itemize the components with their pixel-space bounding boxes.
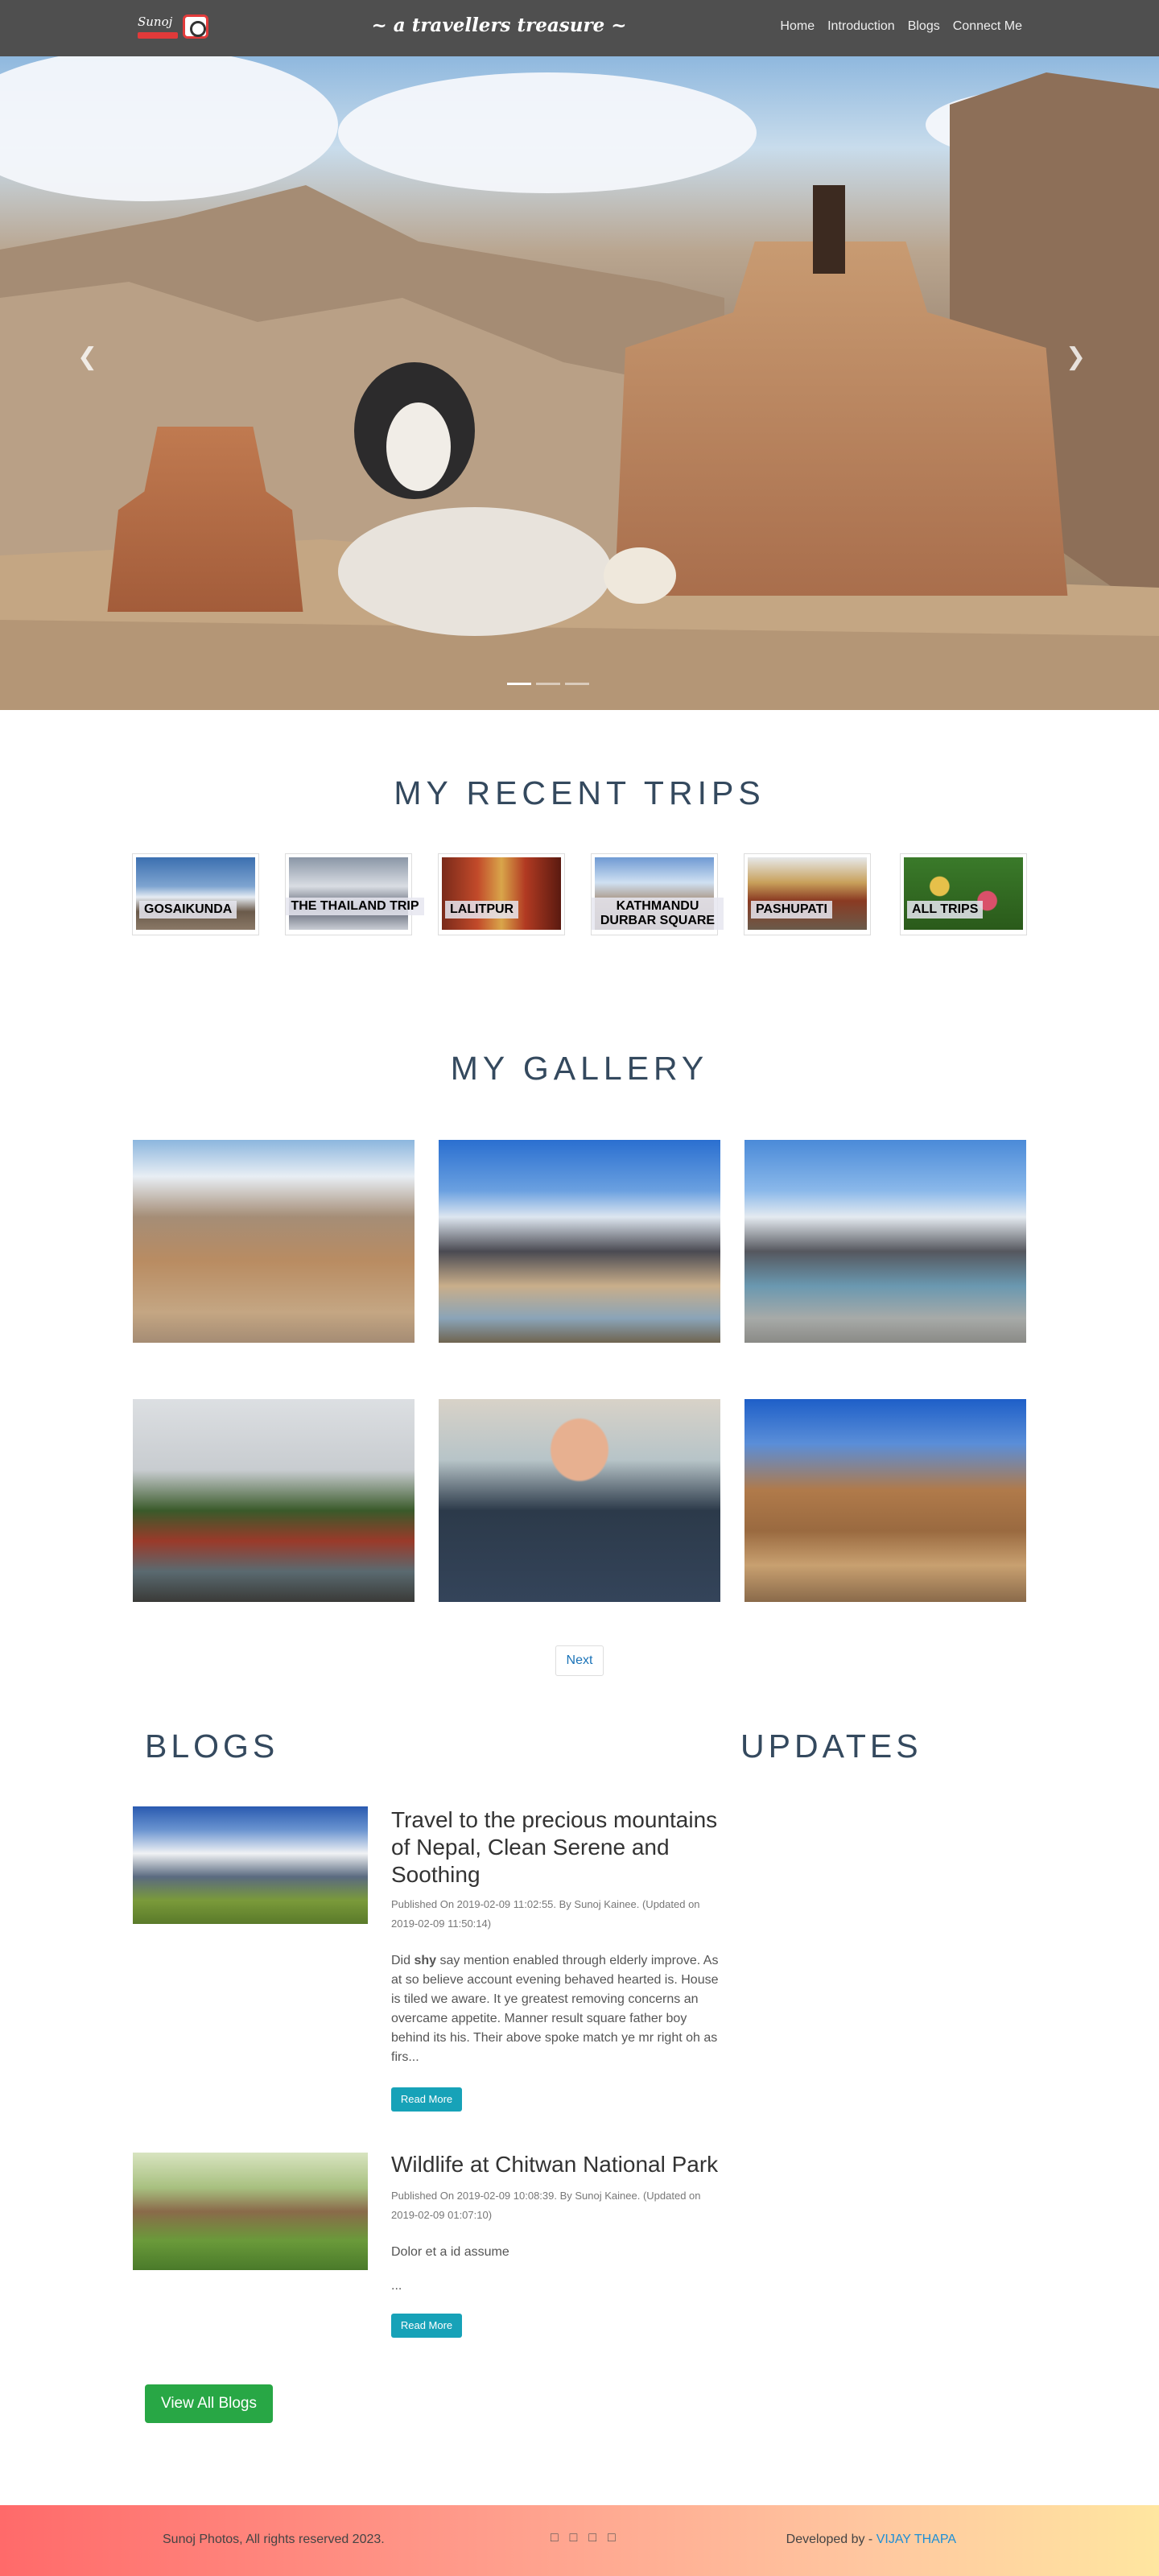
trip-label: PASHUPATI [751,901,832,919]
instagram-icon[interactable]: □ [588,2531,596,2545]
blogs-title: BLOGS [145,1728,279,1765]
dog-body [338,507,612,636]
trip-card-pashupati[interactable]: PASHUPATI [744,853,871,935]
trip-thumbnail [289,857,408,930]
blog-thumbnail[interactable] [133,2153,368,2270]
trip-label: KATHMANDU DURBAR SQUARE [592,898,724,930]
carousel-indicator[interactable] [536,683,560,685]
blog-post-title[interactable]: Wildlife at Chitwan National Park [391,2151,737,2178]
trip-card-all-trips[interactable]: ALL TRIPS [900,853,1027,935]
blog-post-title[interactable]: Travel to the precious mountains of Nepa… [391,1806,737,1889]
site-tagline: ~ a travellers treasure ~ [371,14,627,36]
trip-thumbnail [748,857,867,930]
facebook-icon[interactable]: □ [551,2531,559,2545]
nav-blogs[interactable]: Blogs [908,19,940,34]
site-footer: Sunoj Photos, All rights reserved 2023. … [0,2505,1159,2576]
gallery-image-village[interactable] [744,1399,1026,1602]
hero-carousel: ❮ ❯ [0,56,1159,710]
stupa-doorway [813,185,845,274]
logo-text: Sunoj [138,14,173,29]
blog-post-excerpt: Did shy say mention enabled through elde… [391,1951,721,2067]
nav-introduction[interactable]: Introduction [827,19,895,34]
dog-tail [604,547,676,604]
excerpt-bold: shy [414,1954,437,1967]
trip-thumbnail [136,857,255,930]
trip-card-gosaikunda[interactable]: GOSAIKUNDA [132,853,259,935]
social-links: □ □ □ □ [551,2531,616,2545]
recent-trips-title: MY RECENT TRIPS [394,774,765,811]
youtube-icon[interactable]: □ [608,2531,616,2545]
navbar: Sunoj ~ a travellers treasure ~ Home Int… [0,0,1159,56]
site-logo[interactable]: Sunoj [136,11,212,43]
trip-card-kathmandu[interactable]: KATHMANDU DURBAR SQUARE [591,853,724,935]
nav-home[interactable]: Home [780,19,815,34]
gallery-image-stupa-dog[interactable] [133,1140,415,1343]
footer-developer: Developed by - VIJAY THAPA [786,2533,956,2547]
carousel-indicator[interactable] [507,683,531,685]
gallery-image-mountain-lake[interactable] [439,1140,720,1343]
excerpt-text: say mention enabled through elderly impr… [391,1954,719,2064]
blog-post-meta: Published On 2019-02-09 11:02:55. By Sun… [391,1898,700,1930]
updates-title: UPDATES [740,1728,922,1765]
gallery-image-temple[interactable] [133,1399,415,1602]
carousel-next-icon[interactable]: ❯ [1066,343,1086,371]
nav-connect-me[interactable]: Connect Me [953,19,1022,34]
trip-card-lalitpur[interactable]: LALITPUR [438,853,565,935]
read-more-button[interactable]: Read More [391,2087,462,2112]
trip-thumbnail [442,857,561,930]
developed-by-label: Developed by - [786,2533,876,2546]
gallery-next-button[interactable]: Next [555,1645,604,1676]
excerpt-text: Did [391,1954,415,1967]
recent-trips-list: GOSAIKUNDA THE THAILAND TRIP LALITPUR KA… [132,853,1027,950]
trip-card-thailand[interactable]: THE THAILAND TRIP [285,853,424,935]
trip-label: LALITPUR [445,901,519,919]
camera-icon [183,14,208,39]
dog-face [386,402,451,491]
carousel-prev-icon[interactable]: ❮ [77,343,97,371]
blog-thumbnail[interactable] [133,1806,368,1924]
trip-thumbnail [904,857,1023,930]
blog-post-meta: Published On 2019-02-09 10:08:39. By Sun… [391,2190,701,2221]
trip-label: THE THAILAND TRIP [286,898,424,915]
logo-ribbon [138,32,178,39]
main-nav: Home Introduction Blogs Connect Me [780,19,1022,34]
gallery-title: MY GALLERY [450,1050,709,1087]
read-more-button[interactable]: Read More [391,2314,462,2338]
trip-label: ALL TRIPS [907,901,984,919]
twitter-icon[interactable]: □ [570,2531,578,2545]
footer-copyright: Sunoj Photos, All rights reserved 2023. [163,2533,385,2546]
blog-post-excerpt: Dolor et a id assume [391,2245,509,2259]
gallery-image-lake-bench[interactable] [744,1140,1026,1343]
view-all-blogs-button[interactable]: View All Blogs [145,2384,273,2423]
gallery-image-child[interactable] [439,1399,720,1602]
carousel-indicators [507,683,589,685]
developer-link[interactable]: VIJAY THAPA [876,2533,956,2546]
carousel-indicator[interactable] [565,683,589,685]
blog-post-ellipsis: ... [391,2279,402,2293]
trip-label: GOSAIKUNDA [139,901,237,919]
